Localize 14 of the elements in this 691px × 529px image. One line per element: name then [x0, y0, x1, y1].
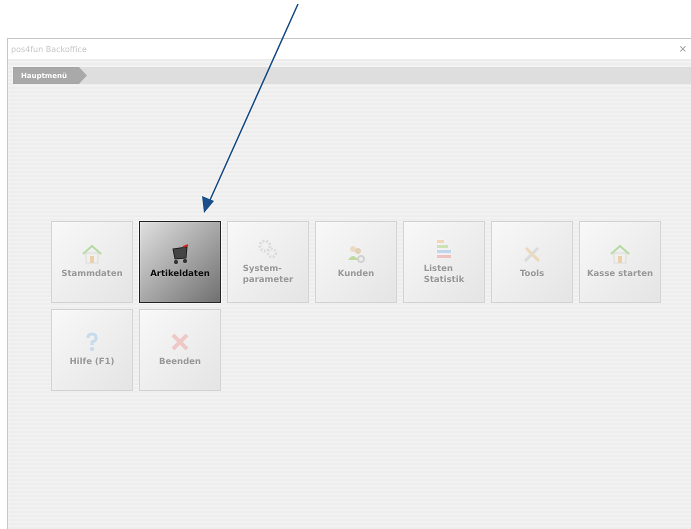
house-icon [81, 243, 103, 266]
house-icon [609, 243, 631, 266]
close-button[interactable]: × [678, 44, 687, 54]
gears-icon [257, 238, 279, 260]
menu-tile[interactable]: Kunden [315, 221, 397, 303]
menu-tile[interactable]: Tools [491, 221, 573, 303]
menu-tile[interactable]: Beenden [139, 309, 221, 391]
menu-tile[interactable]: System- parameter [227, 221, 309, 303]
menu-tile[interactable]: Stammdaten [51, 221, 133, 303]
menu-tile[interactable]: Kasse starten [579, 221, 661, 303]
menu-tile[interactable]: Listen Statistik [403, 221, 485, 303]
people-icon [345, 243, 367, 266]
menu-tile[interactable]: Hilfe (F1) [51, 309, 133, 391]
menu-tile[interactable]: Artikeldaten [139, 221, 221, 303]
